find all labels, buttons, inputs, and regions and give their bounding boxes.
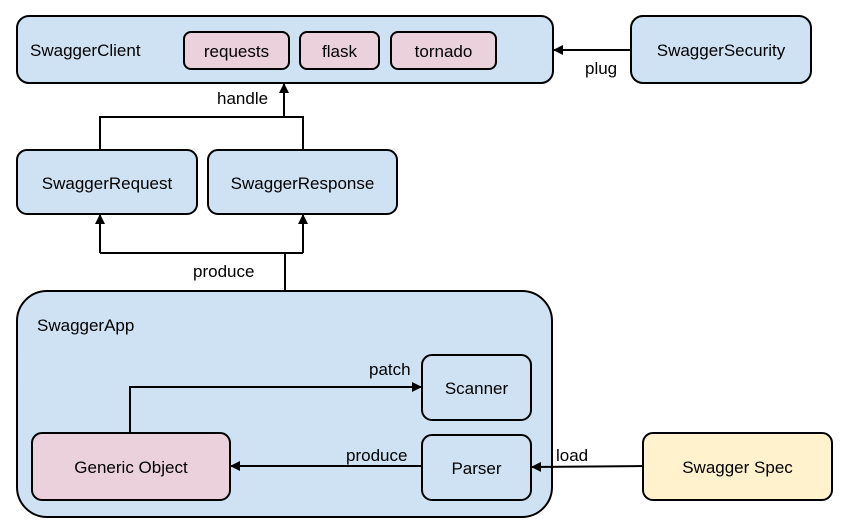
plug-label: plug bbox=[585, 59, 617, 78]
architecture-diagram: SwaggerClient requests flask tornado Swa… bbox=[16, 15, 833, 518]
patch-label: patch bbox=[369, 360, 411, 379]
parser-label: Parser bbox=[451, 459, 501, 478]
parser-node: Parser bbox=[421, 434, 532, 501]
produce-inner-label: produce bbox=[346, 446, 407, 465]
load-label: load bbox=[556, 446, 588, 465]
swagger-response-label: SwaggerResponse bbox=[231, 174, 375, 193]
load-arrow bbox=[531, 461, 644, 472]
swagger-app-label: SwaggerApp bbox=[37, 316, 134, 335]
handle-label: handle bbox=[217, 89, 268, 108]
produce-top-label: produce bbox=[193, 262, 254, 281]
tornado-node: tornado bbox=[390, 31, 497, 70]
generic-object-node: Generic Object bbox=[31, 432, 231, 501]
scanner-label: Scanner bbox=[445, 379, 509, 398]
swagger-request-label: SwaggerRequest bbox=[42, 174, 173, 193]
tornado-label: tornado bbox=[415, 42, 473, 61]
flask-label: flask bbox=[322, 42, 357, 61]
handle-connector bbox=[99, 116, 304, 150]
swagger-spec-label: Swagger Spec bbox=[682, 458, 793, 477]
swagger-security-label: SwaggerSecurity bbox=[657, 41, 786, 60]
swagger-security-node: SwaggerSecurity bbox=[630, 15, 812, 84]
swagger-request-node: SwaggerRequest bbox=[16, 149, 198, 215]
requests-label: requests bbox=[204, 42, 269, 61]
scanner-node: Scanner bbox=[421, 354, 532, 421]
requests-node: requests bbox=[183, 31, 290, 70]
swagger-spec-node: Swagger Spec bbox=[642, 432, 833, 501]
flask-node: flask bbox=[299, 31, 380, 70]
swagger-response-node: SwaggerResponse bbox=[207, 149, 398, 215]
swagger-client-label: SwaggerClient bbox=[30, 41, 141, 60]
generic-object-label: Generic Object bbox=[74, 458, 188, 477]
